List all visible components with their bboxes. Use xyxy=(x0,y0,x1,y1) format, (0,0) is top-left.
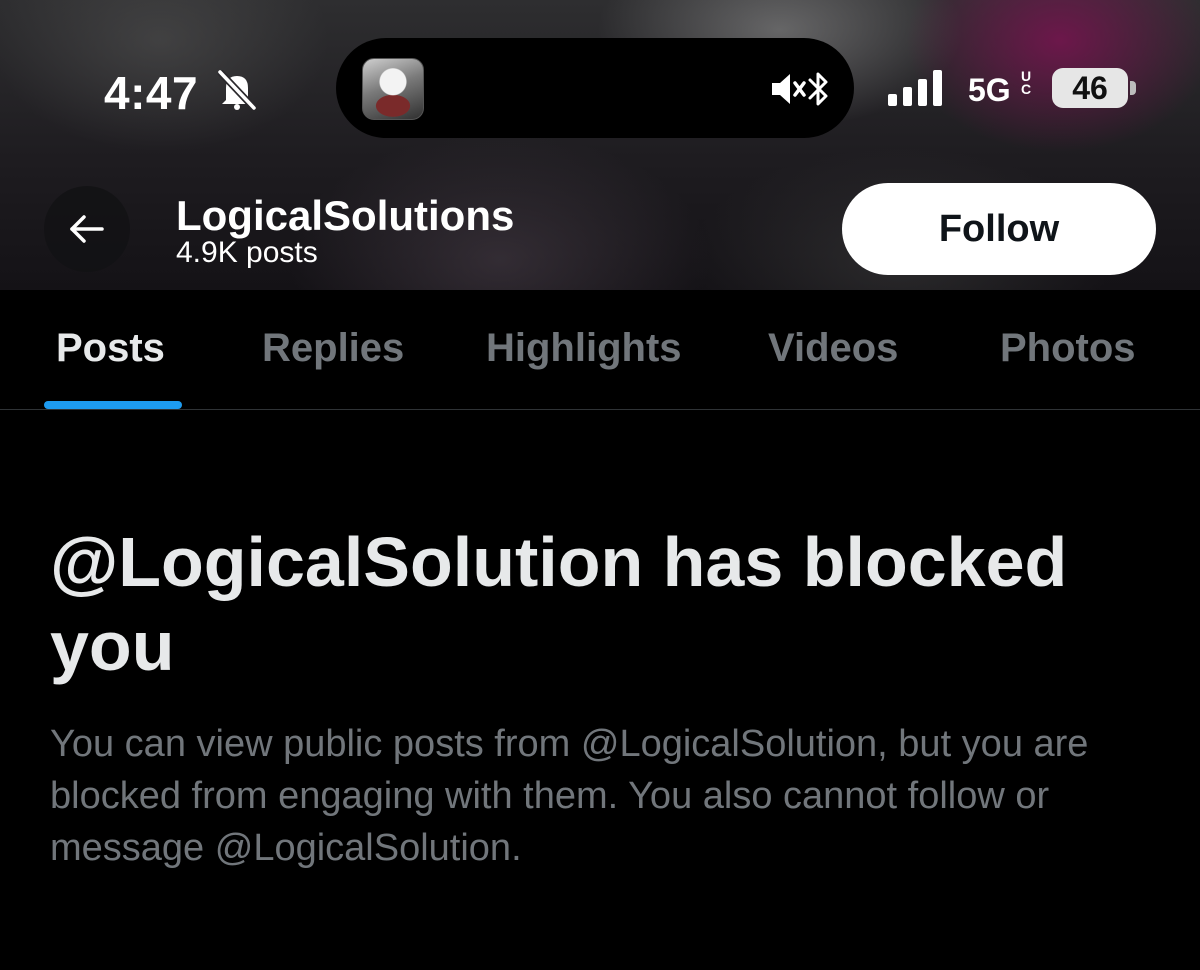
blocked-title: @LogicalSolution has blocked you xyxy=(50,523,1068,685)
tab-highlights[interactable]: Highlights xyxy=(486,326,682,371)
network-badge-bottom: C xyxy=(1020,81,1032,97)
mute-icon xyxy=(772,74,806,104)
signal-icon xyxy=(888,70,942,106)
follow-button[interactable]: Follow xyxy=(842,183,1156,275)
dynamic-island[interactable] xyxy=(336,38,854,138)
back-arrow-icon xyxy=(70,215,104,243)
now-playing-artwork[interactable] xyxy=(362,58,424,120)
back-button[interactable] xyxy=(44,186,130,272)
battery-tip xyxy=(1130,81,1136,95)
profile-header: 4:47 5G U C 46 LogicalSolutions 4.9K pos… xyxy=(0,0,1200,290)
battery-indicator: 46 xyxy=(1052,68,1128,108)
tab-photos[interactable]: Photos xyxy=(1000,326,1136,371)
tab-replies[interactable]: Replies xyxy=(262,326,404,371)
active-tab-indicator xyxy=(44,401,182,409)
post-count: 4.9K posts xyxy=(176,236,318,269)
profile-page: 4:47 5G U C 46 LogicalSolutions 4.9K pos… xyxy=(0,0,1200,970)
bluetooth-icon xyxy=(808,72,828,106)
blocked-body: You can view public posts from @LogicalS… xyxy=(50,723,1089,869)
bell-off-icon xyxy=(217,70,257,110)
status-time: 4:47 xyxy=(104,67,199,119)
profile-tabs: Posts Replies Highlights Videos Photos xyxy=(0,290,1200,410)
tab-videos[interactable]: Videos xyxy=(768,326,898,371)
network-type: 5G xyxy=(968,72,1011,108)
profile-name: LogicalSolutions xyxy=(176,192,515,239)
network-badge: U C xyxy=(1020,69,1032,97)
tab-posts[interactable]: Posts xyxy=(56,326,165,371)
